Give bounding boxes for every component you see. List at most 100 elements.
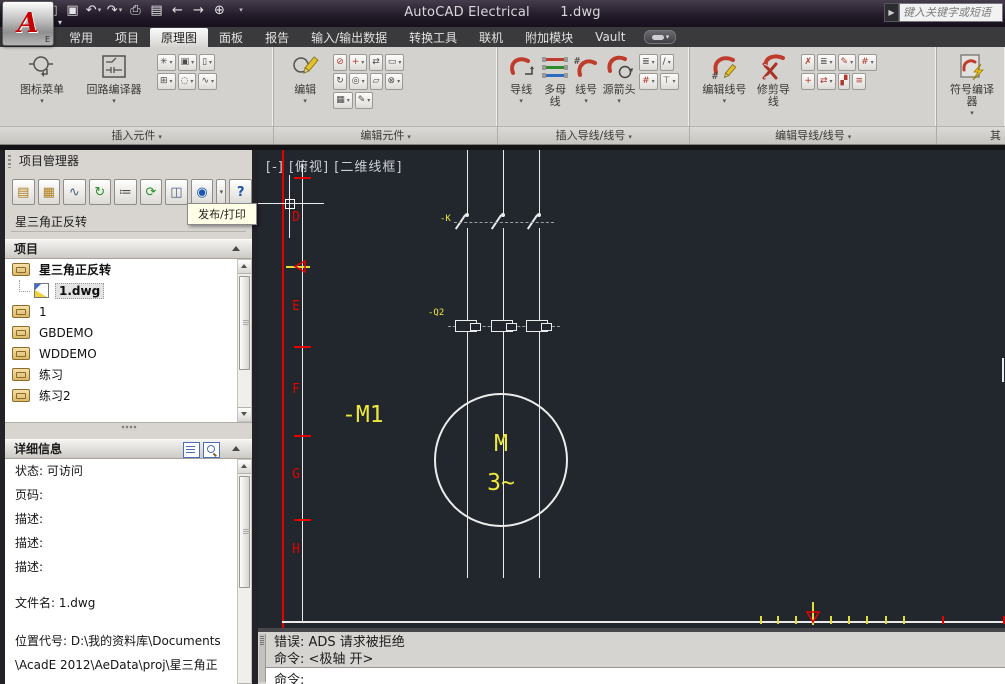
circuit-builder-button[interactable]: 回路编译器 ▾: [79, 51, 149, 105]
multiple-bus-button[interactable]: 多母线: [540, 51, 570, 108]
ladder-rail[interactable]: [282, 150, 284, 628]
update-block-icon[interactable]: ◎▾: [349, 73, 368, 90]
plot-preview-button[interactable]: ◫: [165, 179, 188, 205]
sheet-set-icon[interactable]: ▤: [147, 1, 166, 20]
tree-item-practice[interactable]: 练习: [5, 364, 252, 385]
command-input[interactable]: 命令:: [266, 667, 1005, 684]
stretch-wire-icon[interactable]: ⇄▾: [817, 73, 836, 90]
insert-wire-button[interactable]: 导线 ▾: [504, 51, 538, 105]
search-go-icon[interactable]: ▶: [884, 3, 899, 22]
symbol-builder-button[interactable]: 符号编译器 ▾: [946, 51, 998, 117]
multi-insert-icon[interactable]: ✳▾: [157, 54, 176, 71]
panel-label-edit-wires[interactable]: 编辑导线/线号▾: [690, 126, 936, 144]
search-input[interactable]: [899, 3, 1003, 22]
scroll-up-icon[interactable]: [238, 460, 251, 474]
task-list-button[interactable]: ≔: [114, 179, 137, 205]
scrollbar-thumb[interactable]: [239, 276, 250, 370]
source-arrow-button[interactable]: 源箭头 ▾: [602, 51, 636, 105]
panel-label-insert-wires[interactable]: 插入导线/线号▾: [498, 126, 689, 144]
source-arrow-triangle-icon[interactable]: [292, 259, 308, 275]
palette-splitter[interactable]: [5, 423, 252, 432]
tree-item-star-delta-project[interactable]: 星三角正反转: [5, 259, 252, 280]
command-window-grip[interactable]: [259, 634, 266, 682]
insert-dashed-link-icon[interactable]: ◌▾: [178, 73, 197, 90]
fix-wire-number-icon[interactable]: #▾: [858, 54, 877, 71]
icon-menu-button[interactable]: 图标菜单 ▾: [11, 51, 73, 105]
palette-grip[interactable]: [8, 155, 11, 168]
update-retag-button[interactable]: ⟳: [140, 179, 163, 205]
section-header-details[interactable]: 详细信息: [5, 439, 252, 459]
phase-wire-3[interactable]: [539, 150, 540, 214]
scrollbar-thumb[interactable]: [239, 476, 250, 588]
retag-icon[interactable]: ↻: [333, 73, 347, 90]
panel-label-edit-components[interactable]: 编辑元件▾: [274, 126, 497, 144]
tab-schematic[interactable]: 原理图: [150, 28, 208, 47]
dot-tee-icon[interactable]: #▾: [639, 73, 658, 90]
insert-panel-list-icon[interactable]: ▣▾: [178, 54, 198, 71]
motor-tag[interactable]: -M1: [342, 402, 384, 428]
collapse-icon[interactable]: [232, 446, 240, 451]
insert-plc-icon[interactable]: ⊞▾: [157, 73, 176, 90]
help-button[interactable]: ?: [229, 179, 252, 205]
align-component-icon[interactable]: ▭▾: [385, 54, 405, 71]
overload-tag[interactable]: -Q2: [428, 308, 444, 318]
wire-gap-icon[interactable]: /▾: [660, 54, 674, 71]
plot-icon[interactable]: ⎙: [126, 1, 145, 20]
section-header-project[interactable]: 项目: [5, 239, 252, 259]
scroll-up-icon[interactable]: [238, 260, 251, 274]
tab-vault[interactable]: Vault: [584, 27, 636, 47]
overload-element[interactable]: [491, 320, 513, 332]
motor-letter[interactable]: M: [434, 431, 568, 457]
tab-overflow-button[interactable]: ▾: [644, 27, 676, 47]
details-scrollbar[interactable]: [237, 459, 252, 684]
viewport-controls[interactable]: [-] [俯视] [二维线框]: [266, 156, 402, 175]
trim-wire-button[interactable]: 修剪导线: [753, 51, 793, 108]
tree-item-1dwg[interactable]: 1.dwg: [5, 280, 252, 301]
refresh-button[interactable]: ↻: [89, 179, 112, 205]
command-history[interactable]: 错误: ADS 请求被拒绝 命令: <极轴 开>: [266, 632, 1005, 671]
bottom-marker-triangle-icon[interactable]: [805, 609, 821, 624]
phase-wire-2[interactable]: [503, 228, 504, 320]
palette-title[interactable]: 项目管理器: [5, 150, 252, 172]
move-wire-number-icon[interactable]: +: [801, 73, 815, 90]
forward-icon[interactable]: →: [189, 1, 208, 20]
tee-marker-icon[interactable]: ⊤▾: [660, 73, 679, 90]
publish-print-button[interactable]: ◉: [191, 179, 214, 205]
tree-scrollbar[interactable]: [237, 259, 252, 422]
tree-item-gbdemo[interactable]: GBDEMO: [5, 322, 252, 343]
tree-item-practice2[interactable]: 练习2: [5, 385, 252, 406]
delete-component-icon[interactable]: ⊘: [333, 54, 347, 71]
edit-component-button[interactable]: 编辑 ▾: [285, 51, 325, 105]
wire-number-button[interactable]: # 线号 ▾: [572, 51, 600, 105]
application-menu-button[interactable]: A E ▾: [2, 1, 54, 46]
toggle-wire-number-icon[interactable]: ≡: [852, 73, 866, 90]
ladder-icon[interactable]: ≣▾: [639, 54, 658, 71]
publish-dropdown-icon[interactable]: ▾: [216, 179, 226, 205]
tab-conversion-tools[interactable]: 转换工具: [398, 27, 468, 47]
toggle-contact-icon[interactable]: ∿▾: [198, 73, 217, 90]
insert-catalog-icon[interactable]: ▯▾: [199, 54, 215, 71]
scroll-down-icon[interactable]: [238, 407, 251, 421]
drawing-list-button[interactable]: ∿: [63, 179, 86, 205]
collapse-icon[interactable]: [232, 246, 240, 251]
save-icon[interactable]: ▣: [63, 1, 82, 20]
workspace-icon[interactable]: ⊕: [210, 1, 229, 20]
tab-panel[interactable]: 面板: [208, 27, 254, 47]
phase-wire-1[interactable]: [467, 150, 468, 214]
tab-project[interactable]: 项目: [104, 27, 150, 47]
back-icon[interactable]: ←: [168, 1, 187, 20]
motor-circle[interactable]: [434, 393, 568, 527]
switch-tag[interactable]: -K: [440, 214, 451, 224]
details-view-icon[interactable]: [183, 442, 200, 458]
panel-label-other[interactable]: 其: [937, 126, 1005, 144]
add-rung-icon[interactable]: ≣▾: [817, 54, 836, 71]
frame-bottom-border[interactable]: [282, 621, 1005, 623]
motor-phase-label[interactable]: 3~: [434, 470, 568, 496]
tab-online[interactable]: 联机: [468, 27, 514, 47]
swap-component-icon[interactable]: ⇄: [369, 54, 383, 71]
move-component-icon[interactable]: +▾: [349, 54, 368, 71]
tab-reports[interactable]: 报告: [254, 27, 300, 47]
phase-wire-2[interactable]: [503, 150, 504, 214]
undo-icon[interactable]: ↶▾: [84, 1, 103, 20]
edit-wire-number-button[interactable]: # 编辑线号 ▾: [701, 51, 747, 105]
